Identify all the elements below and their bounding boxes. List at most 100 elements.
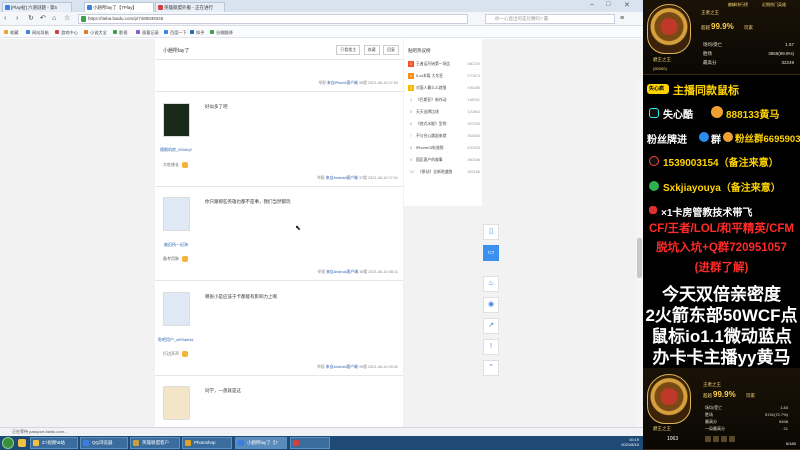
undo-icon[interactable]: ↶: [40, 15, 46, 23]
bookmark-item[interactable]: 百度一下: [164, 29, 187, 36]
ranking-item[interactable]: 1 王者运开始第一场比 380229: [408, 59, 482, 70]
report-link[interactable]: 举报: [318, 81, 326, 85]
back-to-top-icon[interactable]: ⌃: [483, 360, 499, 376]
client-link[interactable]: 来自Android客户端: [326, 176, 358, 180]
rank-number: 9: [408, 157, 414, 163]
refresh-icon[interactable]: ↻: [28, 15, 34, 23]
rank-label: 对面人最么么就很: [416, 86, 447, 90]
bookmark-item[interactable]: 影视: [113, 29, 127, 36]
taskbar-item[interactable]: Z:\视频\B站: [30, 437, 78, 449]
taskbar-item[interactable]: [290, 437, 330, 449]
rank-tag: 近期热门英雄: [762, 2, 786, 7]
url-input[interactable]: https://tieba.baidu.com/p/7485939346: [78, 14, 468, 24]
banner-line: CF/王者/LOL/和平精英/CFM: [648, 223, 794, 235]
rank-title: 王者之王: [701, 10, 719, 15]
home-icon[interactable]: ⌂: [52, 15, 56, 23]
bookmark-item[interactable]: 网站导航: [26, 29, 49, 36]
client-link[interactable]: 来自Android客户端: [326, 365, 358, 369]
search-input[interactable]: 你一心直出的是比赛吗? 赢: [485, 14, 615, 24]
rank-label: 《底式水能》型例: [416, 122, 447, 126]
bookmark-item[interactable]: 知乎: [190, 29, 204, 36]
rank-value: 397000: [467, 122, 480, 126]
bear-avatar[interactable]: [163, 386, 190, 420]
post-username[interactable]: 随眼机房_5Zn6qY: [160, 147, 192, 153]
lol-favicon-icon: [158, 5, 163, 10]
browser-tab-3[interactable]: 英雄联盟外服 - 正在进行: [155, 2, 225, 12]
taskbar-item[interactable]: 英雄联盟客户: [130, 437, 180, 449]
stat-label: 场均/受亡: [705, 405, 723, 410]
maximize-icon[interactable]: □: [606, 1, 610, 8]
start-button[interactable]: [2, 437, 14, 449]
ranking-item[interactable]: 5 天天出牌比线 120802: [408, 107, 482, 118]
browser-tab-2[interactable]: 小趟所lay了【7Play】: [84, 2, 154, 12]
bookmark-item[interactable]: 小说大全: [84, 29, 107, 36]
tab-label: [Play帖] 六道谜题 - 第5: [11, 5, 58, 10]
forward-icon[interactable]: ›: [16, 15, 18, 23]
share-icon[interactable]: ↗: [483, 318, 499, 334]
favorite-button[interactable]: 收藏: [363, 45, 380, 55]
king-label: 巅王之王: [653, 57, 671, 62]
taskbar-item[interactable]: QQ浏览器: [80, 437, 128, 449]
rank-percent: 99.9%: [711, 22, 734, 31]
stat-value: 3866(99.8%): [768, 51, 794, 56]
bookmark-item[interactable]: 游戏中心: [55, 29, 78, 36]
stat-value: 1.83: [780, 405, 788, 410]
post-text: 哪张小是应该于卡都能有影响力上啊: [205, 294, 277, 299]
stream-overlay: 巅王之王 (50000) 王者之王 超越 99.9% 玩家 场均/受亡 1.57…: [643, 0, 800, 450]
chat-icon[interactable]: ▭: [483, 245, 499, 261]
star-icon[interactable]: ☆: [64, 15, 70, 23]
stat-label: 场均/受亡: [703, 42, 723, 47]
message-icon[interactable]: ◉: [483, 297, 499, 313]
gift-icon[interactable]: ♨: [483, 276, 499, 292]
ranking-item[interactable]: 8 iPhone13电流频 420403: [408, 143, 482, 154]
ranking-item[interactable]: 3 对面人最么么就很 195486: [408, 83, 482, 94]
ranking-item[interactable]: 2 5.xx本版 大东狂 270874: [408, 71, 482, 82]
ranking-item[interactable]: 6 《底式水能》型例 397000: [408, 119, 482, 130]
rank-label: 不与台心跳起来就: [416, 134, 447, 138]
scrollbar-thumb[interactable]: [637, 238, 642, 278]
report-link[interactable]: 举报: [317, 365, 325, 369]
ranking-item[interactable]: 10 《原站》全新地道跑 393186: [408, 167, 482, 178]
bookmark-label: 网站导航: [32, 30, 49, 35]
ranking-item[interactable]: 7 不与台心跳起来就 354860: [408, 131, 482, 142]
app-icon: [293, 440, 299, 446]
address-bar: ‹ › ↻ ↶ ⌂ ☆ https://tieba.baidu.com/p/74…: [0, 12, 643, 26]
avatar[interactable]: [163, 103, 190, 137]
bookmark-item[interactable]: 收藏: [4, 29, 18, 36]
bookmark-label: 谷歌翻译: [216, 30, 233, 35]
menu-icon[interactable]: ≡: [620, 15, 624, 23]
system-clock[interactable]: 10:19 2021/8/10: [621, 437, 639, 447]
folder-icon[interactable]: [18, 439, 26, 447]
only-op-button[interactable]: 只看楼主: [336, 45, 361, 55]
bookmark-item[interactable]: 谷歌翻译: [210, 29, 233, 36]
bookmark-icon: [136, 30, 140, 34]
feedback-icon[interactable]: !: [483, 339, 499, 355]
browser-tab-1[interactable]: [Play帖] 六道谜题 - 第5: [2, 2, 72, 12]
report-link[interactable]: 举报: [317, 176, 325, 180]
avatar[interactable]: [163, 197, 190, 231]
report-link[interactable]: 举报: [317, 270, 325, 274]
post-floor: 36楼: [358, 81, 367, 85]
post-username[interactable]: 贴吧用户_aHSakNd: [158, 337, 193, 343]
divider: [155, 280, 403, 281]
client-link[interactable]: 来自Android客户端: [326, 270, 358, 274]
taskbar-item[interactable]: 小趟所lay了【7: [235, 437, 287, 449]
avatar[interactable]: [163, 292, 190, 326]
bookmark-item[interactable]: 观看记录: [136, 29, 159, 36]
back-icon[interactable]: ‹: [4, 15, 6, 23]
post-username[interactable]: 被旧所一纪海: [164, 242, 188, 248]
divider: [155, 375, 403, 376]
client-link[interactable]: 来自iPhone客户端: [327, 81, 358, 85]
close-icon[interactable]: ✕: [624, 1, 630, 9]
promo-text: ×1卡房管教技术带飞: [661, 208, 753, 219]
hero-icon: [729, 436, 735, 442]
ranking-item[interactable]: 4 《巴斯亚》新作动 148091: [408, 95, 482, 106]
tab-label: 英雄联盟外服 - 正在进行: [164, 5, 213, 10]
page-scrollbar[interactable]: [636, 78, 643, 427]
divider: [155, 91, 403, 92]
minimize-icon[interactable]: –: [590, 1, 594, 8]
phone-icon[interactable]: ▯: [483, 224, 499, 240]
taskbar-item[interactable]: Photoshop: [182, 437, 232, 449]
reply-button[interactable]: 回复: [383, 45, 399, 55]
ranking-item[interactable]: 9 国区客户的故事 360188: [408, 155, 482, 166]
